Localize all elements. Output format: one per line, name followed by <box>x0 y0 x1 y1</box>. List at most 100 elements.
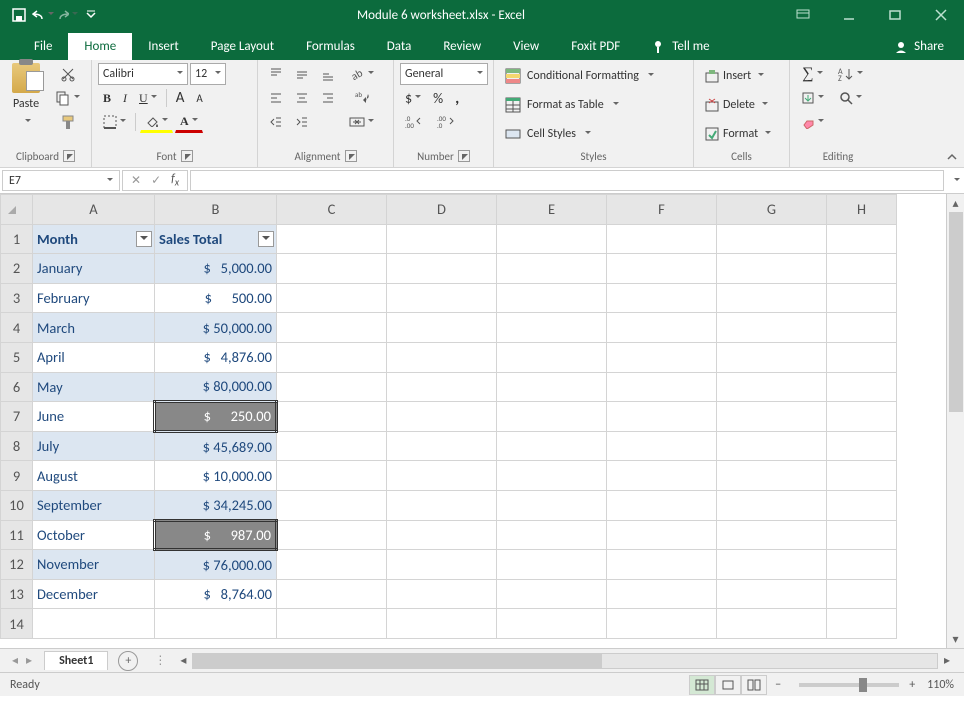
align-right-button[interactable] <box>316 87 340 109</box>
cell[interactable] <box>497 490 607 520</box>
cell-styles-button[interactable]: Cell Styles <box>500 123 687 145</box>
cell[interactable] <box>827 579 897 609</box>
insert-cells-button[interactable]: Insert <box>700 65 783 87</box>
cell[interactable] <box>277 461 387 491</box>
cancel-formula-button[interactable]: ✕ <box>131 173 141 188</box>
cell[interactable] <box>717 461 827 491</box>
delete-cells-button[interactable]: Delete <box>700 94 783 116</box>
cell-sales[interactable]: $ 5,000.00 <box>155 254 277 284</box>
cell[interactable] <box>387 283 497 313</box>
filter-sales-button[interactable] <box>258 231 274 247</box>
redo-button[interactable] <box>56 4 78 26</box>
cell[interactable] <box>717 579 827 609</box>
cell[interactable] <box>497 313 607 343</box>
cell[interactable] <box>827 283 897 313</box>
cell[interactable] <box>387 402 497 432</box>
cell[interactable] <box>827 550 897 580</box>
cell[interactable] <box>607 342 717 372</box>
accounting-format-button[interactable]: $ <box>400 87 426 109</box>
cell[interactable] <box>277 609 387 639</box>
row-header-11[interactable]: 11 <box>1 520 33 550</box>
zoom-thumb[interactable] <box>859 678 867 692</box>
scroll-down-button[interactable]: ▾ <box>947 630 964 648</box>
cell[interactable] <box>277 520 387 550</box>
row-header-10[interactable]: 10 <box>1 490 33 520</box>
cell-sales[interactable]: $ 50,000.00 <box>155 313 277 343</box>
paste-button[interactable]: Paste <box>6 63 46 129</box>
cell[interactable] <box>827 372 897 402</box>
format-painter-button[interactable] <box>50 111 85 133</box>
wrap-text-button[interactable]: ab <box>344 87 379 109</box>
row-header-1[interactable]: 1 <box>1 224 33 254</box>
cell-sales[interactable]: $ 250.00 <box>155 402 277 432</box>
share-button[interactable]: Share <box>878 33 964 60</box>
cell[interactable] <box>277 490 387 520</box>
fill-button[interactable] <box>796 87 829 109</box>
cell-month[interactable]: May <box>33 372 155 402</box>
font-launcher[interactable] <box>181 150 193 162</box>
page-layout-view-button[interactable] <box>715 675 741 695</box>
cell[interactable] <box>497 520 607 550</box>
clipboard-launcher[interactable] <box>63 150 75 162</box>
font-name-combo[interactable]: Calibri <box>98 63 188 85</box>
tab-insert[interactable]: Insert <box>132 33 195 60</box>
shrink-font-button[interactable]: A <box>191 87 207 109</box>
cell[interactable] <box>387 431 497 461</box>
undo-button[interactable] <box>32 4 54 26</box>
row-header-5[interactable]: 5 <box>1 342 33 372</box>
col-header-H[interactable]: H <box>827 195 897 225</box>
formula-input[interactable] <box>190 170 944 191</box>
vertical-scrollbar[interactable]: ▴ ▾ <box>946 194 964 648</box>
cell[interactable] <box>277 372 387 402</box>
ribbon-options-button[interactable] <box>780 0 826 30</box>
cell[interactable] <box>497 461 607 491</box>
cell[interactable] <box>387 490 497 520</box>
cell[interactable] <box>387 461 497 491</box>
row-header-3[interactable]: 3 <box>1 283 33 313</box>
cell-sales[interactable]: $ 500.00 <box>155 283 277 313</box>
cell-month[interactable]: September <box>33 490 155 520</box>
merge-center-button[interactable] <box>344 111 379 133</box>
cell[interactable] <box>387 609 497 639</box>
cell-month[interactable]: August <box>33 461 155 491</box>
cell[interactable] <box>717 283 827 313</box>
align-top-button[interactable] <box>264 63 288 85</box>
cell[interactable] <box>387 224 497 254</box>
cell[interactable] <box>497 402 607 432</box>
cell-month[interactable]: July <box>33 431 155 461</box>
close-button[interactable] <box>918 0 964 30</box>
scroll-up-button[interactable]: ▴ <box>947 194 964 212</box>
scroll-thumb[interactable] <box>949 212 963 412</box>
cell-sales[interactable]: $ 34,245.00 <box>155 490 277 520</box>
col-header-A[interactable]: A <box>33 195 155 225</box>
cell[interactable] <box>717 402 827 432</box>
number-launcher[interactable] <box>458 150 470 162</box>
conditional-formatting-button[interactable]: Conditional Formatting <box>500 65 687 87</box>
cell[interactable] <box>827 254 897 284</box>
row-header-13[interactable]: 13 <box>1 579 33 609</box>
hscroll-right-button[interactable]: ▸ <box>938 652 956 670</box>
cell[interactable] <box>717 342 827 372</box>
cell[interactable] <box>277 283 387 313</box>
cell-sales[interactable]: $ 4,876.00 <box>155 342 277 372</box>
cell[interactable] <box>33 609 155 639</box>
cell[interactable] <box>497 283 607 313</box>
cell[interactable] <box>717 313 827 343</box>
cell[interactable] <box>717 490 827 520</box>
cell[interactable] <box>497 372 607 402</box>
cell[interactable] <box>387 579 497 609</box>
page-break-view-button[interactable] <box>741 675 767 695</box>
col-header-C[interactable]: C <box>277 195 387 225</box>
tab-home[interactable]: Home <box>68 33 132 60</box>
cell-sales[interactable]: $ 10,000.00 <box>155 461 277 491</box>
zoom-in-button[interactable]: + <box>909 678 915 692</box>
cell[interactable] <box>827 520 897 550</box>
col-header-G[interactable]: G <box>717 195 827 225</box>
comma-button[interactable]: , <box>450 87 464 109</box>
select-all-corner[interactable] <box>1 195 33 225</box>
bold-button[interactable]: B <box>98 87 116 109</box>
cell[interactable] <box>277 224 387 254</box>
percent-button[interactable]: % <box>428 87 448 109</box>
cell[interactable] <box>717 609 827 639</box>
align-middle-button[interactable] <box>290 63 314 85</box>
